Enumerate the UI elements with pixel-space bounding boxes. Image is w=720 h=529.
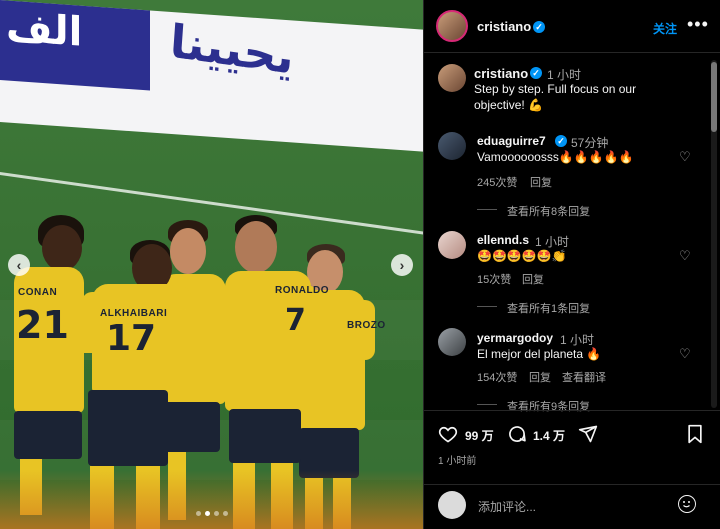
view-replies-button[interactable]: 查看所有8条回复 [507,203,590,219]
view-replies-line [477,404,497,405]
post-media[interactable]: يحيينا الف BROZO RONALDO 7 ALKHAIBARI 17… [0,0,423,529]
view-replies-line [477,209,497,210]
jersey-number: 21 [16,303,69,347]
scrollbar-thumb[interactable] [711,62,717,132]
caption-avatar[interactable] [438,64,466,92]
jersey-name: RONALDO [275,285,330,296]
verified-badge-icon: ✓ [533,21,545,33]
board-text-left: الف [6,4,83,56]
post-detail-panel: cristiano ✓ 关注 ••• cristiano ✓ 1 小时 Step… [423,0,720,529]
more-options-icon[interactable]: ••• [687,14,709,35]
carousel-prev-button[interactable]: ‹ [8,254,30,276]
foreground-blur [0,470,423,529]
reply-button[interactable]: 回复 [522,271,544,287]
comment-username[interactable]: ellennd.s [477,233,529,247]
board-text-right: يحيينا [168,13,296,85]
carousel-indicator [0,511,423,516]
carousel-dot [213,511,219,516]
comment-username[interactable]: yermargodoy [477,331,553,345]
comment-composer: 添加评论... [424,484,720,529]
comment-input[interactable]: 添加评论... [478,498,536,515]
advertising-board-logo: الف [0,0,150,91]
comment-username[interactable]: eduaguirre7 [477,134,546,148]
jersey-name: BROZO [347,320,386,331]
posted-time: 1 小时前 [438,456,477,467]
comment-text: 🤩🤩🤩🤩🤩👏 [477,249,567,263]
jersey-number: 17 [106,318,157,359]
carousel-next-button[interactable]: › [391,254,413,276]
jersey-number: 7 [285,303,306,338]
chevron-left-icon: ‹ [16,257,22,273]
reply-button[interactable]: 回复 [529,369,551,385]
comment-icon[interactable] [507,424,527,444]
jersey-name: CONAN [18,287,58,298]
comment-likes[interactable]: 154次赞 [477,369,517,385]
comment-avatar[interactable] [438,231,466,259]
author-username[interactable]: cristiano [477,19,531,34]
bookmark-icon[interactable] [686,424,704,444]
comment-avatar[interactable] [438,132,466,160]
caption-username[interactable]: cristiano [474,66,528,81]
translate-button[interactable]: 查看翻译 [562,369,606,385]
carousel-dot [195,511,201,516]
share-icon[interactable] [578,424,598,444]
comment-likes[interactable]: 245次赞 [477,174,517,190]
like-comment-icon[interactable]: ♡ [679,150,693,164]
chevron-right-icon: › [399,257,405,273]
like-count[interactable]: 99 万 [465,427,494,444]
comment-text: Vamoooooosss🔥🔥🔥🔥🔥 [477,150,634,164]
verified-badge-icon: ✓ [555,135,567,147]
reply-button[interactable]: 回复 [530,174,552,190]
current-user-avatar [438,491,466,519]
carousel-dot [222,511,228,516]
comment-likes[interactable]: 15次赞 [477,271,511,287]
follow-button[interactable]: 关注 [653,20,677,37]
comment-count[interactable]: 1.4 万 [533,427,565,444]
like-comment-icon[interactable]: ♡ [679,347,693,361]
carousel-dot-active [204,511,210,516]
view-replies-button[interactable]: 查看所有1条回复 [507,300,590,316]
like-comment-icon[interactable]: ♡ [679,249,693,263]
comment-avatar[interactable] [438,328,466,356]
view-replies-line [477,306,497,307]
author-avatar[interactable] [436,10,468,42]
post-actions: 99 万 1.4 万 1 小时前 [424,410,720,484]
heart-icon[interactable] [438,424,458,444]
comment-text: El mejor del planeta 🔥 [477,347,602,361]
post-header: cristiano ✓ 关注 ••• [424,0,720,53]
verified-badge-icon: ✓ [530,67,542,79]
caption-text: Step by step. Full focus on our objectiv… [474,82,637,112]
emoji-icon[interactable] [678,495,696,513]
